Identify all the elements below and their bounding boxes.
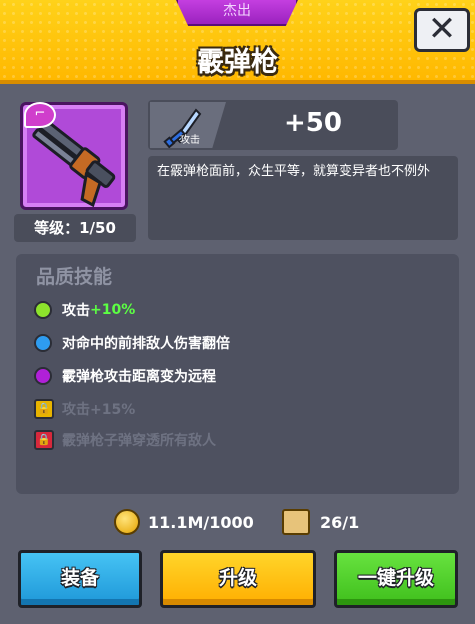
item-title: 霰弹枪 [197,47,278,78]
stat-value: +50 [284,108,342,138]
item-description: 在霰弹枪面前，众生平等，就算变异者也不例外 [157,164,431,179]
close-button[interactable]: ✕ [414,8,470,52]
stat-label: 攻击 [180,135,200,146]
skill-item-locked: 🔒 攻击+15% [34,397,135,421]
red-lock-icon: 🔒 [34,430,54,450]
gold-coin-icon [114,509,140,535]
blue-dot-icon [34,334,52,352]
skill-text: 霰弹枪攻击距离变为远程 [62,369,216,385]
one-click-upgrade-button[interactable]: 一键升级 [334,550,458,608]
item-level: 等级：1/50 [14,214,136,242]
pistol-badge-icon: ⌐ [24,102,56,128]
skill-text: 攻击+15% [62,402,136,418]
purple-dot-icon [34,367,52,385]
coin-cost: 11.1M/1000 [148,513,254,532]
rarity-tab: 杰出 [176,0,298,26]
blueprint-scroll-icon [282,509,310,535]
green-dot-icon [34,301,52,319]
skill-text: 霰弹枪子弹穿透所有敌人 [62,433,216,449]
skill-item: 对命中的前排敌人伤害翻倍 [34,331,230,355]
equip-button[interactable]: 装备 [18,550,142,608]
skills-title: 品质技能 [36,266,113,288]
skill-item-locked: 🔒 霰弹枪子弹穿透所有敌人 [34,428,216,452]
skill-bonus: +10% [90,302,136,318]
upgrade-button[interactable]: 升级 [160,550,316,608]
scroll-cost: 26/1 [320,513,360,532]
skill-item: 攻击 +10% [34,298,135,322]
item-detail-panel: 杰出 霰弹枪 ✕ ⌐ 等级：1/50 攻击 +50 在霰弹枪面前，众生平等，就算… [0,0,475,624]
skill-text: 对命中的前排敌人伤害翻倍 [62,336,230,352]
gold-lock-icon: 🔒 [34,399,54,419]
skill-item: 霰弹枪攻击距离变为远程 [34,364,216,388]
close-icon: ✕ [427,9,457,49]
skill-text: 攻击 [62,303,90,319]
